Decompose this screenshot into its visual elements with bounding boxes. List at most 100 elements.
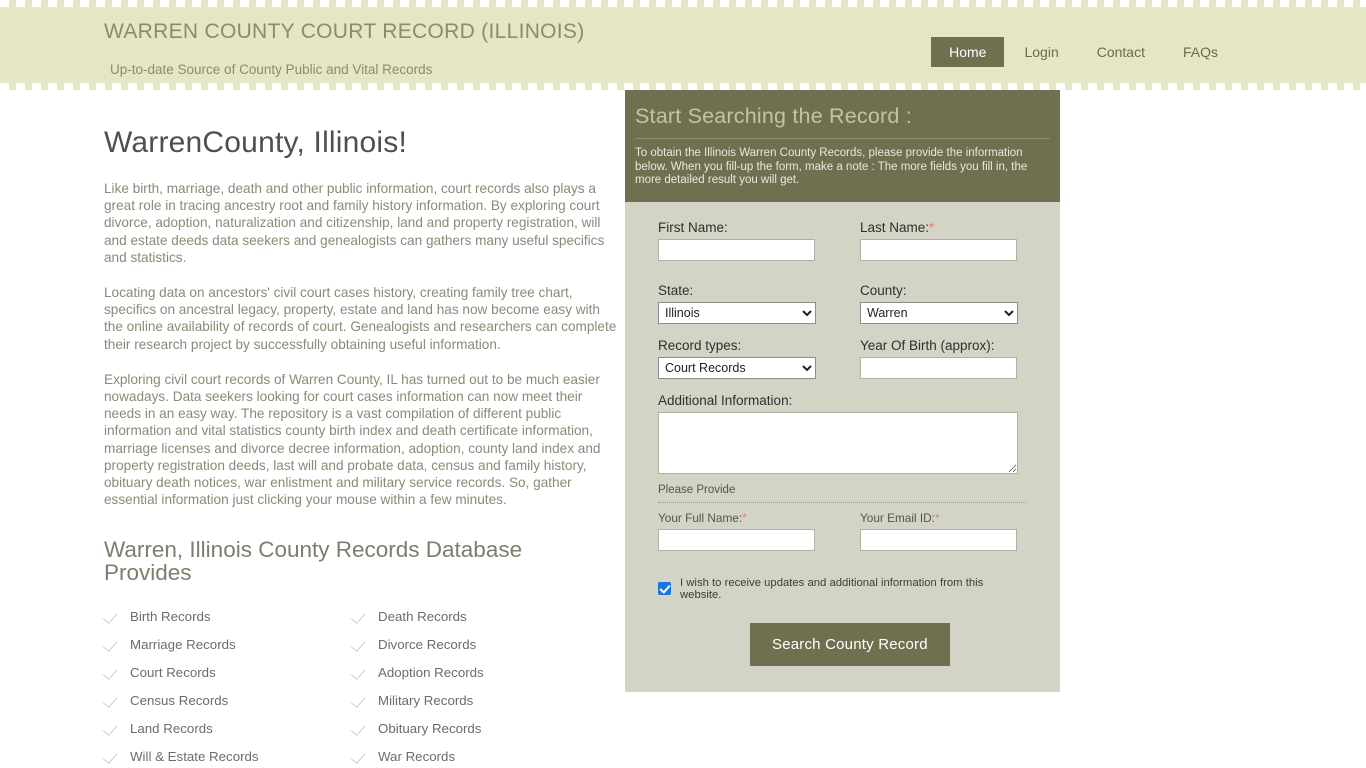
record-label: Obituary Records [378,720,482,736]
record-types-label: Record types: [658,337,742,353]
email-id-input[interactable] [860,528,1017,551]
record-label: War Records [378,748,456,764]
record-label: Will & Estate Records [130,748,259,764]
list-item: Census Records [104,686,352,714]
header-inner: WARREN COUNTY COURT RECORD (ILLINOIS) Up… [100,0,1266,90]
nav-item-login[interactable]: Login [1006,37,1076,67]
intro-paragraph-3: Exploring civil court records of Warren … [104,371,601,508]
site-tagline: Up-to-date Source of County Public and V… [110,62,433,77]
search-form-panel: Start Searching the Record : To obtain t… [625,90,1060,692]
records-section-title: Warren, Illinois County Records Database… [104,537,523,586]
perforation-bottom-edge [0,83,1366,90]
record-label: Census Records [130,692,229,708]
nav-item-contact[interactable]: Contact [1079,37,1163,67]
county-field-group: County: Warren [860,283,1018,324]
records-list: Birth Records Marriage Records Court Rec… [104,602,624,768]
content-column: WarrenCounty, Illinois! Like birth, marr… [104,126,624,768]
record-label: Court Records [130,664,216,680]
check-icon [104,721,122,735]
county-label: County: [860,282,907,298]
first-name-label: First Name: [658,219,728,235]
record-year-field-row: Record types: Court Records Year Of Birt… [658,338,1027,379]
check-icon [104,693,122,707]
check-icon [352,693,370,707]
email-id-label: Your Email ID:* [860,511,1018,525]
year-of-birth-label: Year Of Birth (approx): [860,337,995,353]
last-name-input[interactable] [860,238,1017,261]
check-icon [352,609,370,623]
form-body: First Name: Last Name:* State: Illinois [625,202,1060,692]
check-icon [352,665,370,679]
required-asterisk: * [929,219,935,235]
county-select[interactable]: Warren [860,301,1018,324]
site-header: WARREN COUNTY COURT RECORD (ILLINOIS) Up… [0,0,1366,90]
search-county-record-button[interactable]: Search County Record [750,622,950,666]
required-asterisk: * [934,510,940,525]
name-field-row: First Name: Last Name:* [658,220,1027,261]
field-spacer [658,379,1027,393]
email-id-field-group: Your Email ID:* [860,511,1018,551]
perforation-top-edge [0,0,1366,7]
state-field-group: State: Illinois [658,283,816,324]
full-name-label-text: Your Full Name: [658,510,743,525]
site-title: WARREN COUNTY COURT RECORD (ILLINOIS) [104,20,585,43]
consent-checkbox[interactable] [658,582,671,595]
page-title: WarrenCounty, Illinois! [104,126,408,159]
form-description: To obtain the Illinois Warren County Rec… [635,147,1028,186]
page-body: WarrenCounty, Illinois! Like birth, marr… [100,90,1266,768]
additional-information-textarea[interactable] [658,411,1018,474]
additional-information-label: Additional Information: [658,392,793,408]
field-spacer [658,261,1027,283]
list-item: Adoption Records [352,658,600,686]
list-item: Court Records [104,658,352,686]
records-column-left: Birth Records Marriage Records Court Rec… [104,602,352,768]
full-name-input[interactable] [658,528,815,551]
records-column-right: Death Records Divorce Records Adoption R… [352,602,600,768]
required-asterisk: * [742,510,747,525]
nav-item-faqs[interactable]: FAQs [1165,37,1236,67]
last-name-label: Last Name:* [860,220,1018,235]
state-label: State: [658,282,694,298]
record-types-select[interactable]: Court Records [658,356,816,379]
year-of-birth-field-group: Year Of Birth (approx): [860,338,1018,379]
field-spacer [658,324,1027,338]
location-field-row: State: Illinois County: Warren [658,283,1027,324]
record-label: Death Records [378,608,467,624]
list-item: Marriage Records [104,630,352,658]
list-item: Military Records [352,686,600,714]
list-item: Obituary Records [352,714,600,742]
record-label: Military Records [378,692,474,708]
record-label: Land Records [130,720,213,736]
additional-information-field-group: Additional Information: [658,393,1027,479]
full-name-field-group: Your Full Name:* [658,511,816,551]
record-label: Divorce Records [378,636,477,652]
consent-row: I wish to receive updates and additional… [658,577,1027,601]
list-item: Death Records [352,602,600,630]
year-of-birth-input[interactable] [860,356,1017,379]
form-title: Start Searching the Record : [635,104,1050,139]
list-item: War Records [352,742,600,768]
record-label: Marriage Records [130,636,236,652]
check-icon [104,609,122,623]
list-item: Will & Estate Records [104,742,352,768]
check-icon [104,637,122,651]
state-select[interactable]: Illinois [658,301,816,324]
submit-row: Search County Record [658,622,1027,676]
nav-item-home[interactable]: Home [931,37,1005,67]
check-icon [352,721,370,735]
check-icon [104,665,122,679]
record-types-field-group: Record types: Court Records [658,338,816,379]
please-provide-note: Please Provide [658,484,1026,503]
email-id-label-text: Your Email ID: [860,510,935,525]
check-icon [352,749,370,763]
check-icon [352,637,370,651]
list-item: Divorce Records [352,630,600,658]
intro-paragraph-1: Like birth, marriage, death and other pu… [104,181,605,265]
full-name-label: Your Full Name:* [658,511,816,525]
check-icon [104,749,122,763]
intro-paragraph-2: Locating data on ancestors' civil court … [104,285,617,352]
list-item: Birth Records [104,602,352,630]
first-name-input[interactable] [658,238,815,261]
last-name-label-text: Last Name: [860,219,930,235]
record-label: Adoption Records [378,664,484,680]
